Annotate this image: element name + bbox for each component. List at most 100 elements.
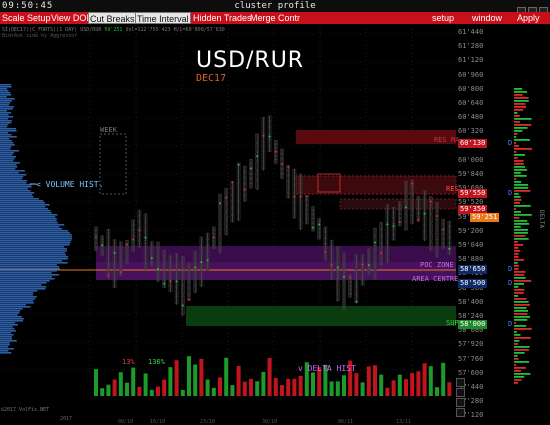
cluster-dot xyxy=(287,166,290,169)
price-tick: 58'400 xyxy=(458,297,484,306)
side-delta-bar xyxy=(514,277,526,279)
cluster-dot xyxy=(336,266,339,269)
side-delta-bar xyxy=(514,136,517,138)
level-marker-icon[interactable]: D xyxy=(508,265,512,273)
side-delta-bar xyxy=(514,307,527,309)
volume-hist-bar xyxy=(0,96,7,98)
side-delta-bar xyxy=(514,235,526,237)
volume-hist-bar xyxy=(0,254,67,256)
delta-hist-label: v DELTA HIST xyxy=(298,364,356,373)
side-delta-bar xyxy=(514,193,519,195)
tool-box-icon[interactable] xyxy=(456,388,465,397)
cluster-dot xyxy=(206,259,209,262)
volume-hist-bar xyxy=(0,326,13,328)
cluster-dot xyxy=(262,134,265,137)
tool-eraser-icon[interactable] xyxy=(456,408,465,417)
cluster-dot xyxy=(417,218,420,221)
side-delta-bar xyxy=(514,133,518,135)
volume-hist-bar xyxy=(0,168,16,170)
tool-pencil-icon[interactable] xyxy=(456,398,465,407)
side-delta-bar xyxy=(514,367,526,369)
volume-hist-bar xyxy=(0,282,47,284)
cluster-dot xyxy=(95,235,97,238)
menu-apply[interactable]: Apply xyxy=(517,12,540,24)
volume-hist-bar xyxy=(0,164,17,166)
volume-hist-bar xyxy=(0,284,42,286)
volume-hist-bar xyxy=(0,214,58,216)
volume-hist-bar xyxy=(0,106,14,108)
delta-bar xyxy=(410,373,415,396)
cluster-dot xyxy=(380,252,383,255)
price-badge: 59'251 xyxy=(470,213,500,222)
volume-hist-bar xyxy=(0,86,12,88)
volume-hist-bar xyxy=(0,290,38,292)
side-delta-bar xyxy=(514,166,526,168)
price-axis[interactable]: 61'440 61'280 61'120 60'960 60'800 60'640 60'4… xyxy=(456,24,506,423)
chart-area[interactable]: SI(DEC17)(C_FORTS)(1 DAY) USD/RUR 59'251… xyxy=(0,24,550,425)
level-marker-icon[interactable]: D xyxy=(508,189,512,197)
volume-hist-bar xyxy=(0,114,9,116)
side-delta-bar xyxy=(514,238,529,240)
side-delta-bar xyxy=(514,94,523,96)
side-delta-bar xyxy=(514,322,517,324)
delta-bar xyxy=(292,378,297,396)
date-label-1: 09/10 xyxy=(118,419,134,425)
volume-hist-bar xyxy=(0,280,50,282)
side-delta-bar xyxy=(514,88,523,90)
menu-merge-contr[interactable]: Merge Contr xyxy=(250,12,300,24)
delta-bar xyxy=(335,381,340,396)
cluster-dot xyxy=(113,251,116,254)
week-label: WEEK xyxy=(100,126,117,134)
level-marker-icon[interactable]: D xyxy=(508,139,512,147)
delta-pct-green: 136% xyxy=(148,358,165,366)
menu-time-interval[interactable]: Time Interval xyxy=(135,12,191,24)
volume-hist-bar xyxy=(0,320,24,322)
menu-hidden-trades[interactable]: Hidden Trades xyxy=(193,12,252,24)
volume-hist-bar xyxy=(0,102,11,104)
tool-grid-icon[interactable] xyxy=(456,378,465,387)
level-marker-icon[interactable]: D xyxy=(508,320,512,328)
volume-hist-bar xyxy=(0,204,50,206)
side-delta-bar xyxy=(514,154,526,156)
level-marker-icon[interactable]: D xyxy=(508,279,512,287)
delta-bar xyxy=(242,381,247,396)
date-label-0: 2017 xyxy=(60,416,73,422)
menu-window[interactable]: window xyxy=(472,12,502,24)
cluster-dot xyxy=(132,238,135,241)
cluster-dot xyxy=(436,215,438,218)
volume-hist-label: < VOLUME HIST. xyxy=(36,180,104,189)
side-delta-bar xyxy=(514,172,521,174)
volume-hist-bar xyxy=(0,162,21,164)
volume-hist-bar xyxy=(0,256,69,258)
delta-bar xyxy=(236,365,241,396)
delta-bar xyxy=(298,375,303,396)
delta-bar xyxy=(366,366,371,396)
volume-hist-bar xyxy=(0,270,57,272)
delta-bar xyxy=(156,386,160,396)
side-delta-bar xyxy=(514,331,517,333)
volume-hist-bar xyxy=(0,122,12,124)
side-delta-bar xyxy=(514,247,519,249)
side-delta-bar xyxy=(514,304,530,306)
volume-hist-bar xyxy=(0,210,51,212)
menu-setup[interactable]: setup xyxy=(432,12,454,24)
delta-bar xyxy=(373,365,377,396)
volume-hist-bar xyxy=(0,342,10,344)
price-tick: 61'280 xyxy=(458,42,484,51)
cluster-dot xyxy=(225,196,228,199)
menu-scale-setup[interactable]: Scale Setup xyxy=(2,12,51,24)
volume-hist-bar xyxy=(0,208,49,210)
delta-bar xyxy=(441,362,446,396)
delta-pct-red: 13% xyxy=(122,358,135,366)
delta-bar xyxy=(286,378,291,396)
volume-hist-bar xyxy=(0,226,60,228)
cluster-dot xyxy=(163,282,166,285)
volume-hist-bar xyxy=(0,272,52,274)
menu-cut-breaks[interactable]: Cut Breaks xyxy=(88,12,137,24)
side-delta-bar xyxy=(514,376,525,378)
cluster-dot xyxy=(101,244,104,247)
volume-hist-bar xyxy=(0,110,7,112)
delta-bar xyxy=(149,389,154,396)
volume-hist-bar xyxy=(0,174,27,176)
cluster-dot xyxy=(398,221,401,224)
